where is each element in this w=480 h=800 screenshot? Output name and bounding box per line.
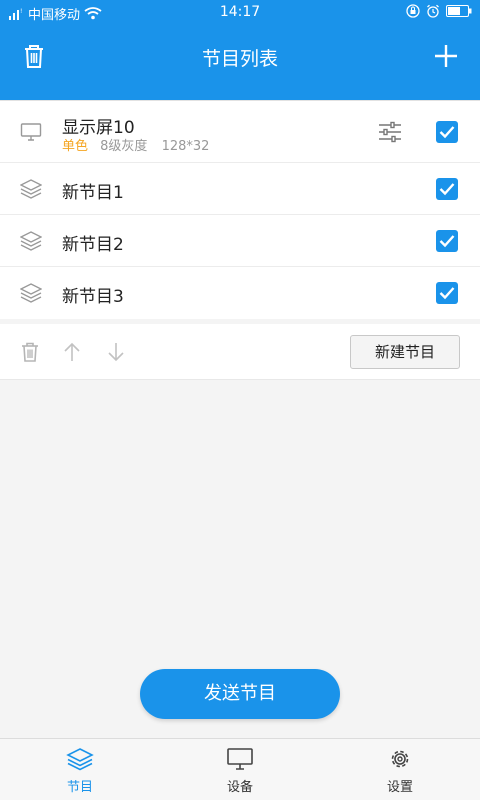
device-row[interactable]: 显示屏10 单色 8级灰度 128*32 [0, 101, 480, 163]
program-checkbox[interactable] [436, 230, 458, 252]
tab-settings[interactable]: 设置 [320, 739, 480, 800]
new-program-button[interactable]: 新建节目 [350, 335, 460, 369]
tab-devices[interactable]: 设备 [160, 739, 320, 800]
tab-programs[interactable]: 节目 [0, 739, 160, 800]
program-checkbox[interactable] [436, 282, 458, 304]
battery-icon [446, 5, 472, 17]
layers-icon [20, 231, 42, 251]
tab-label: 节目 [66, 780, 93, 795]
resolution: 128*32 [161, 139, 210, 154]
monitor-icon [20, 123, 42, 141]
program-name: 新节目1 [62, 183, 124, 203]
program-name: 新节目2 [62, 235, 124, 255]
check-icon [439, 287, 455, 300]
page-title: 节目列表 [201, 48, 278, 70]
plus-icon [435, 45, 457, 67]
rotation-lock-icon [406, 4, 420, 18]
check-icon [439, 126, 455, 139]
list-toolbar: 新建节目 [0, 324, 480, 380]
program-row[interactable]: 新节目1 [0, 163, 480, 215]
top-bar: ! 中国移动 14:17 节目列表 [0, 0, 480, 100]
monitor-icon [227, 748, 253, 770]
layers-icon [20, 179, 42, 199]
arrow-down-icon[interactable] [106, 341, 126, 363]
arrow-up-icon[interactable] [62, 341, 82, 363]
status-right [406, 4, 472, 18]
gray-level: 8级灰度 [100, 139, 148, 154]
device-checkbox[interactable] [436, 121, 458, 143]
sliders-icon[interactable] [378, 121, 402, 143]
add-button[interactable] [432, 42, 460, 70]
status-bar: ! 中国移动 14:17 [0, 0, 480, 24]
program-list: 显示屏10 单色 8级灰度 128*32 新节目1 新节目2 新节目3 [0, 100, 480, 319]
alarm-icon [427, 4, 439, 18]
device-info: 单色 8级灰度 128*32 [62, 135, 209, 154]
layers-icon [66, 748, 94, 771]
program-checkbox[interactable] [436, 178, 458, 200]
color-mode: 单色 [62, 139, 89, 154]
send-program-button[interactable]: 发送节目 [140, 669, 340, 719]
title-bar: 节目列表 [0, 24, 480, 88]
program-row[interactable]: 新节目2 [0, 215, 480, 267]
check-icon [439, 235, 455, 248]
program-name: 新节目3 [62, 287, 124, 307]
trash-icon[interactable] [20, 341, 40, 363]
tab-label: 设备 [226, 780, 253, 795]
check-icon [439, 183, 455, 196]
bottom-nav: 节目 设备 设置 [0, 738, 480, 800]
layers-icon [20, 283, 42, 303]
gear-icon [391, 750, 409, 768]
program-row[interactable]: 新节目3 [0, 267, 480, 319]
tab-label: 设置 [386, 780, 413, 795]
